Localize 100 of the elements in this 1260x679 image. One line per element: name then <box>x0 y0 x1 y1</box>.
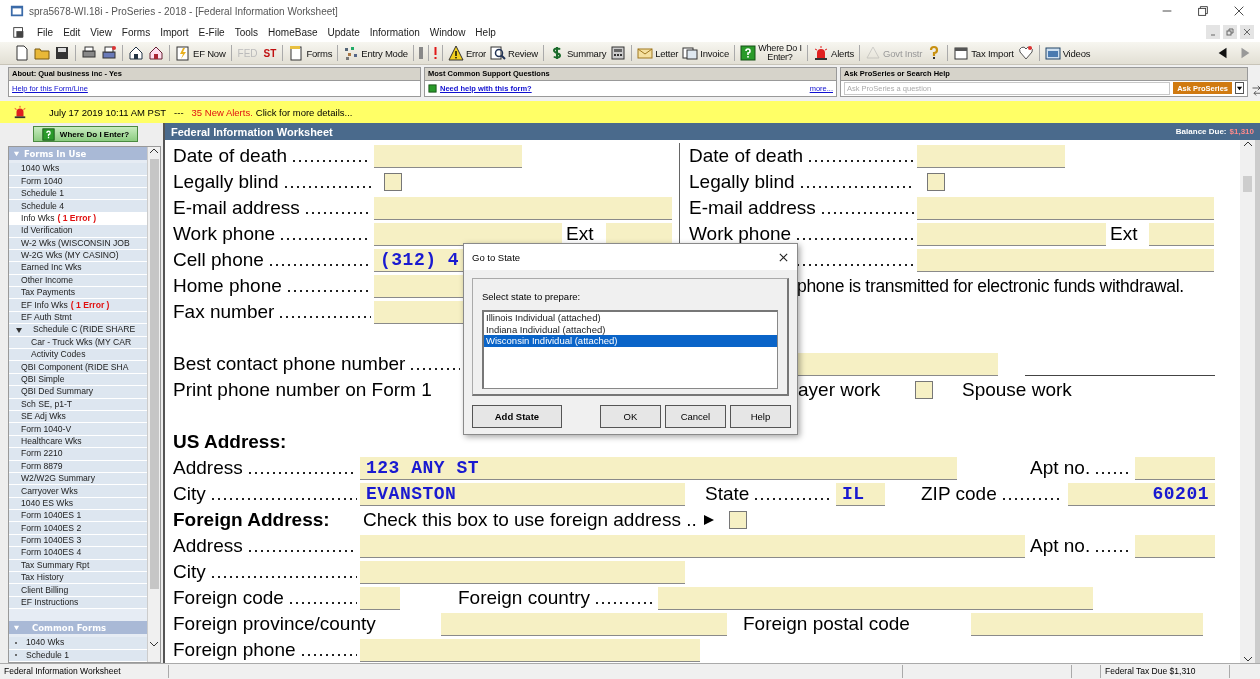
dialog-button[interactable]: OK <box>599 405 661 428</box>
input-field[interactable]: IL <box>836 482 885 506</box>
form-list-item[interactable]: Client Billing <box>9 584 147 597</box>
toolbar-button[interactable]: Invoice <box>680 44 731 62</box>
magnifier-icon <box>490 45 506 61</box>
dialog-button[interactable]: Cancel <box>664 405 726 428</box>
form-list-item[interactable]: Carryover Wks <box>9 485 147 498</box>
form-list-item[interactable]: Tax Payments <box>9 287 147 300</box>
form-list-item[interactable]: Form 2210 <box>9 448 147 461</box>
menu-item[interactable]: Tools <box>229 26 264 38</box>
form-list-item[interactable]: 1040 Wks <box>9 163 147 176</box>
restore-button[interactable] <box>1223 25 1237 39</box>
toolbar-button[interactable]: Error <box>445 44 488 62</box>
checkbox[interactable] <box>915 381 933 399</box>
menu-item[interactable]: Information <box>364 26 425 38</box>
state-list-item[interactable]: Wisconsin Individual (attached) <box>484 335 777 347</box>
checkbox[interactable] <box>384 173 402 191</box>
menu-item[interactable]: Window <box>424 26 471 38</box>
form-list-item[interactable]: Schedule C (RIDE SHARE <box>9 324 147 337</box>
toolbar-button[interactable]: Videos <box>1042 44 1093 62</box>
alert-count[interactable]: 35 New Alerts. <box>191 106 253 118</box>
input-field[interactable] <box>917 144 1065 168</box>
input-field[interactable] <box>374 144 522 168</box>
toolbar-button[interactable]: Alerts <box>811 44 857 62</box>
close-button[interactable] <box>1240 25 1254 39</box>
form-list-item[interactable]: QBI Ded Summary <box>9 386 147 399</box>
menu-item[interactable]: E-File <box>193 26 230 38</box>
form-list-item[interactable]: EF Info Wks ( 1 Error ) <box>9 299 147 312</box>
toolbar-button[interactable]: Letter <box>635 44 681 62</box>
input-field[interactable] <box>360 586 400 610</box>
dialog-button[interactable]: Add State <box>472 405 562 428</box>
input-field[interactable] <box>1149 222 1214 246</box>
scrollbar[interactable] <box>1240 140 1260 663</box>
form-list-item[interactable]: QBI Component (RIDE SHA <box>9 361 147 374</box>
toolbar-button[interactable]: Forms <box>286 44 335 62</box>
input-field[interactable]: 123 ANY ST <box>360 456 957 480</box>
form-list-item[interactable]: Activity Codes <box>9 349 147 362</box>
input-field[interactable] <box>606 222 672 246</box>
checkbox[interactable] <box>728 511 747 529</box>
input-field[interactable] <box>1135 456 1215 480</box>
input-field[interactable] <box>917 222 1106 246</box>
state-list-item[interactable]: Illinois Individual (attached) <box>484 312 777 324</box>
menu-item[interactable]: Help <box>470 26 501 38</box>
state-list-item[interactable]: Indiana Individual (attached) <box>484 323 777 335</box>
scrollbar[interactable] <box>147 147 160 662</box>
input-field[interactable] <box>360 638 700 662</box>
input-field[interactable] <box>360 534 1025 558</box>
input-field[interactable] <box>374 196 672 220</box>
field-label: City <box>173 483 206 505</box>
scrollbar-thumb[interactable] <box>149 159 159 590</box>
input-field[interactable]: 60201 <box>1068 482 1215 506</box>
menu-item[interactable]: HomeBase <box>263 26 323 38</box>
menu-item[interactable]: File <box>32 26 59 38</box>
input-field[interactable] <box>917 248 1214 272</box>
form-list-item[interactable]: Tax History <box>9 572 147 585</box>
input-field[interactable] <box>360 560 685 584</box>
input-field[interactable] <box>374 222 562 246</box>
form-list-item[interactable]: Form 1040ES 2 <box>9 522 147 535</box>
form-list-item[interactable]: Form 1040-V <box>9 423 147 436</box>
form-list-item[interactable]: Earned Inc Wks <box>9 262 147 275</box>
toolbar-button[interactable]: Where Do I Enter? <box>738 43 804 63</box>
ext-label: Ext <box>565 223 595 245</box>
input-field[interactable] <box>658 586 1093 610</box>
menu-item[interactable]: View <box>85 26 117 38</box>
dialog-button[interactable]: Help <box>729 405 791 428</box>
form-list-item[interactable]: Form 1040ES 1 <box>9 510 147 523</box>
input-field[interactable] <box>798 352 998 376</box>
menu-item[interactable]: Update <box>322 26 365 38</box>
dropdown-button[interactable] <box>1235 82 1244 94</box>
toolbar-button[interactable]: EF Now <box>173 44 228 62</box>
form-list-item[interactable]: Form 1040ES 4 <box>9 547 147 560</box>
where-do-i-enter-button[interactable]: Where Do I Enter? <box>33 126 138 143</box>
caret-icon <box>1236 84 1243 92</box>
toolbar-button[interactable]: Summary <box>546 44 609 62</box>
toolbar-button[interactable]: Review <box>488 44 540 62</box>
toolbar-button[interactable]: Tax Import <box>951 44 1016 62</box>
expand-triangle-icon[interactable] <box>15 325 23 334</box>
toolbar-button[interactable]: Entry Mode <box>341 44 410 62</box>
toolbar-button[interactable] <box>126 44 146 62</box>
input-field[interactable]: EVANSTON <box>360 482 685 506</box>
toolbar-button[interactable] <box>146 44 166 62</box>
scrollbar-thumb[interactable] <box>1243 176 1252 192</box>
input-field[interactable] <box>1135 534 1215 558</box>
toolbar-button[interactable] <box>99 44 119 62</box>
form-list-item[interactable]: Id Verification <box>9 225 147 238</box>
alert-message[interactable]: Click for more details... <box>255 106 353 118</box>
field-label: Fax number <box>173 301 275 323</box>
form-list-item[interactable]: Schedule 4 <box>9 200 147 213</box>
toolbar-button[interactable]: ST <box>260 47 280 59</box>
checkbox[interactable] <box>927 173 945 191</box>
menu-item[interactable]: Import <box>155 26 194 38</box>
form-list-item[interactable]: 1040 Wks <box>9 637 147 650</box>
input-field[interactable] <box>971 612 1203 636</box>
menu-item[interactable]: Forms <box>116 26 156 38</box>
menu-item[interactable]: Edit <box>58 26 86 38</box>
input-field[interactable] <box>441 612 727 636</box>
minimize-button[interactable] <box>1206 25 1220 39</box>
state-list[interactable]: Illinois Individual (attached) Indiana Individual (attached) Wisconsin Individual (attached) <box>482 310 778 389</box>
input-field[interactable] <box>917 196 1214 220</box>
checkbox-label: Check this box to use foreign address .. <box>363 509 697 531</box>
